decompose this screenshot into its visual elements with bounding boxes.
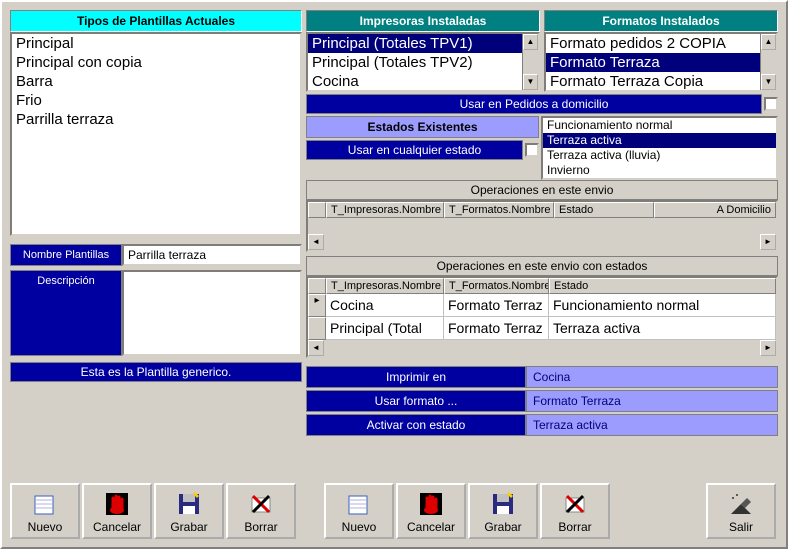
col-header[interactable]: A Domicilio (654, 202, 776, 218)
borrar-button[interactable]: Borrar (226, 483, 296, 539)
list-item[interactable]: Terraza activa (543, 133, 776, 148)
scroll-right-icon[interactable]: ► (760, 340, 776, 356)
list-item[interactable]: Frio (12, 91, 300, 110)
new-icon (345, 490, 373, 518)
col-header[interactable]: T_Formatos.Nombre (444, 202, 554, 218)
button-label: Grabar (484, 520, 521, 534)
list-item[interactable]: Invierno (543, 163, 776, 178)
button-label: Cancelar (407, 520, 455, 534)
save-icon (489, 490, 517, 518)
cancelar-button-2[interactable]: Cancelar (396, 483, 466, 539)
button-label: Salir (729, 520, 753, 534)
list-item[interactable]: Parrilla terraza (12, 110, 300, 129)
estados-list[interactable]: Funcionamiento normal Terraza activa Ter… (541, 116, 778, 180)
exit-icon (727, 490, 755, 518)
cell: Formato Terraz (444, 317, 549, 340)
estados-existentes-header: Estados Existentes (306, 116, 539, 138)
usar-pedidos-bar: Usar en Pedidos a domicilio (306, 94, 762, 114)
list-item[interactable]: Principal (Totales TPV1) (308, 34, 538, 53)
impresoras-list[interactable]: Principal (Totales TPV1) Principal (Tota… (306, 32, 540, 92)
scroll-down-icon[interactable]: ▼ (523, 74, 538, 90)
cell: Cocina (326, 294, 444, 317)
imprimir-en-label: Imprimir en (306, 366, 526, 388)
cell: Formato Terraz (444, 294, 549, 317)
nuevo-button-2[interactable]: Nuevo (324, 483, 394, 539)
header-formatos: Formatos Instalados (544, 10, 778, 32)
col-header[interactable]: T_Formatos.Nombre (444, 278, 549, 294)
list-item[interactable]: Terraza activa (lluvia) (543, 148, 776, 163)
button-label: Cancelar (93, 520, 141, 534)
list-item[interactable]: Principal (Totales TPV2) (308, 53, 538, 72)
grabar-button[interactable]: Grabar (154, 483, 224, 539)
grabar-button-2[interactable]: Grabar (468, 483, 538, 539)
usar-formato-label: Usar formato ... (306, 390, 526, 412)
usar-pedidos-checkbox[interactable] (764, 97, 778, 111)
borrar-button-2[interactable]: Borrar (540, 483, 610, 539)
col-header[interactable]: Estado (549, 278, 776, 294)
plantilla-generico-label: Esta es la Plantilla generico. (10, 362, 302, 382)
descripcion-label: Descripción (10, 270, 122, 356)
scrollbar[interactable]: ▲ ▼ (760, 34, 776, 90)
save-icon (175, 490, 203, 518)
header-plantillas: Tipos de Plantillas Actuales (10, 10, 302, 32)
button-label: Nuevo (28, 520, 63, 534)
list-item[interactable]: Formato Terraza (546, 53, 776, 72)
stop-hand-icon (417, 490, 445, 518)
usar-cualquier-estado-checkbox[interactable] (525, 143, 539, 157)
formatos-list[interactable]: Formato pedidos 2 COPIA Formato Terraza … (544, 32, 778, 92)
button-label: Nuevo (342, 520, 377, 534)
new-icon (31, 490, 59, 518)
scroll-down-icon[interactable]: ▼ (761, 74, 776, 90)
col-header[interactable]: T_Impresoras.Nombre (326, 202, 444, 218)
table-row[interactable]: ▸ Cocina Formato Terraz Funcionamiento n… (308, 294, 776, 317)
delete-icon (247, 490, 275, 518)
list-item[interactable]: Funcionamiento normal (543, 118, 776, 133)
cell: Terraza activa (549, 317, 776, 340)
salir-button[interactable]: Salir (706, 483, 776, 539)
scroll-right-icon[interactable]: ► (760, 234, 776, 250)
activar-estado-label: Activar con estado (306, 414, 526, 436)
usar-cualquier-estado-bar: Usar en cualquier estado (306, 140, 523, 160)
grid1[interactable]: T_Impresoras.Nombre T_Formatos.Nombre Es… (306, 200, 778, 252)
scroll-left-icon[interactable]: ◄ (308, 340, 324, 356)
button-label: Borrar (244, 520, 277, 534)
scroll-up-icon[interactable]: ▲ (761, 34, 776, 50)
list-item[interactable]: Formato pedidos 2 COPIA (546, 34, 776, 53)
list-item[interactable]: Formato Terraza Copia (546, 72, 776, 91)
list-item[interactable]: Principal con copia (12, 53, 300, 72)
button-label: Grabar (170, 520, 207, 534)
grid2[interactable]: T_Impresoras.Nombre T_Formatos.Nombre Es… (306, 276, 778, 358)
nuevo-button[interactable]: Nuevo (10, 483, 80, 539)
list-item[interactable]: Barra (12, 72, 300, 91)
activar-estado-value: Terraza activa (526, 414, 778, 436)
nombre-plantillas-label: Nombre Plantillas (10, 244, 122, 266)
usar-formato-value: Formato Terraza (526, 390, 778, 412)
cancelar-button[interactable]: Cancelar (82, 483, 152, 539)
table-row[interactable]: Principal (Total Formato Terraz Terraza … (308, 317, 776, 340)
plantillas-list[interactable]: Principal Principal con copia Barra Frio… (10, 32, 302, 236)
col-header[interactable]: Estado (554, 202, 654, 218)
list-item[interactable]: Cocina (308, 72, 538, 91)
header-impresoras: Impresoras Instaladas (306, 10, 540, 32)
grid1-title: Operaciones en este envio (306, 180, 778, 200)
delete-icon (561, 490, 589, 518)
stop-hand-icon (103, 490, 131, 518)
scrollbar[interactable]: ▲ ▼ (522, 34, 538, 90)
grid2-title: Operaciones en este envio con estados (306, 256, 778, 276)
cell: Principal (Total (326, 317, 444, 340)
nombre-plantillas-input[interactable] (122, 244, 302, 266)
scroll-up-icon[interactable]: ▲ (523, 34, 538, 50)
cell: Funcionamiento normal (549, 294, 776, 317)
imprimir-en-value: Cocina (526, 366, 778, 388)
descripcion-input[interactable] (122, 270, 302, 356)
list-item[interactable]: Principal (12, 34, 300, 53)
col-header[interactable]: T_Impresoras.Nombre (326, 278, 444, 294)
button-label: Borrar (558, 520, 591, 534)
scroll-left-icon[interactable]: ◄ (308, 234, 324, 250)
